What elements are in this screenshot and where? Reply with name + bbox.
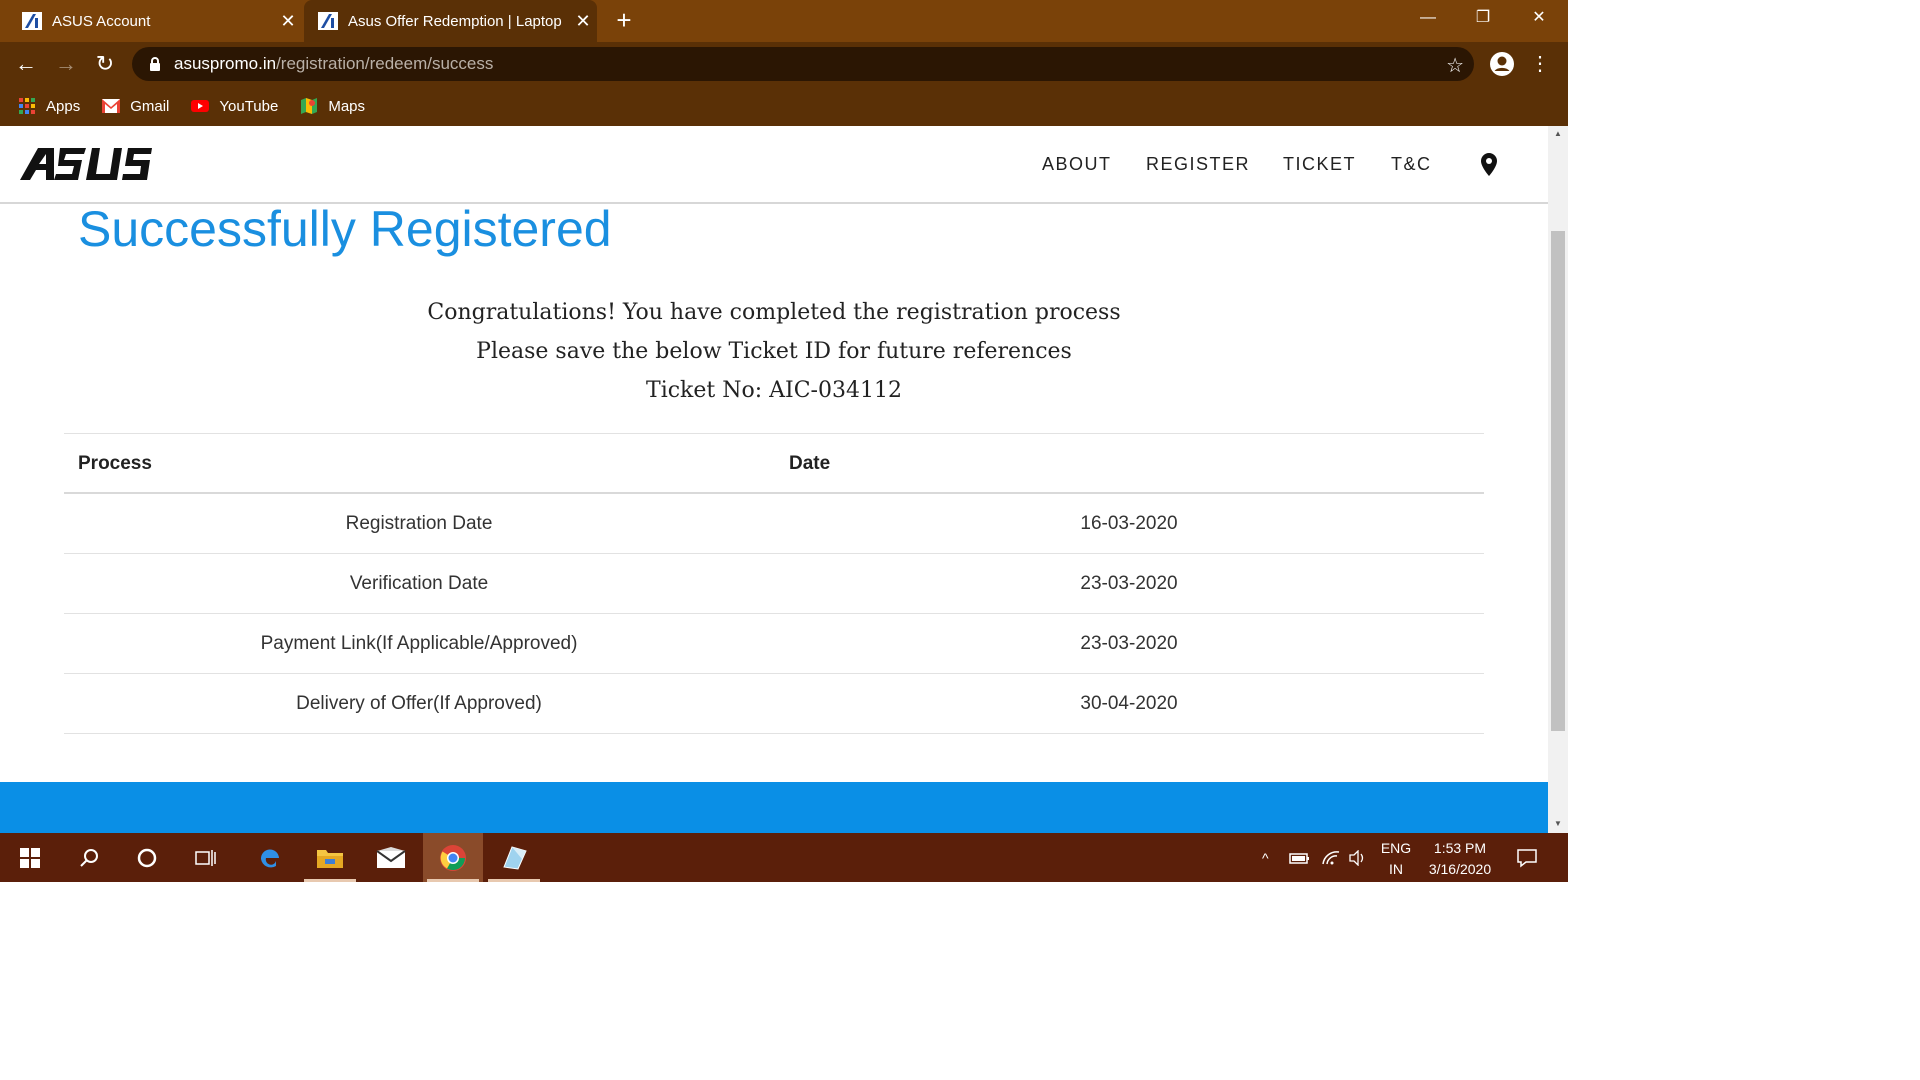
maps-icon bbox=[300, 97, 318, 115]
page-scrollbar[interactable]: ▲ ▼ bbox=[1548, 126, 1568, 833]
date-cell: 30-04-2020 bbox=[1080, 693, 1178, 714]
location-pin-icon[interactable] bbox=[1478, 152, 1500, 178]
tab-asus-offer-redemption[interactable]: Asus Offer Redemption | Laptop ✕ bbox=[304, 0, 597, 42]
date-cell: 16-03-2020 bbox=[1080, 513, 1178, 534]
nav-about[interactable]: ABOUT bbox=[1042, 154, 1112, 175]
gmail-icon bbox=[102, 97, 121, 115]
youtube-icon bbox=[191, 97, 210, 115]
ticket-number: Ticket No: AIC-034112 bbox=[646, 378, 902, 403]
asus-favicon-icon bbox=[22, 12, 42, 30]
process-table: Process Date Registration Date 16-03-202… bbox=[64, 433, 1484, 734]
process-cell: Verification Date bbox=[349, 573, 489, 594]
file-explorer-icon[interactable] bbox=[300, 833, 360, 882]
chrome-icon[interactable] bbox=[423, 833, 483, 882]
action-center-icon[interactable] bbox=[1516, 833, 1538, 882]
url-path: /registration/redeem/success bbox=[276, 54, 494, 73]
site-header: ABOUT REGISTER TICKET T&C bbox=[0, 126, 1548, 204]
page-content: ABOUT REGISTER TICKET T&C Successfully R… bbox=[0, 126, 1548, 833]
nav-tnc[interactable]: T&C bbox=[1391, 154, 1432, 175]
wifi-icon[interactable] bbox=[1321, 833, 1341, 882]
table-row: Payment Link(If Applicable/Approved) 23-… bbox=[64, 614, 1484, 674]
snipping-tool-icon[interactable] bbox=[484, 833, 544, 882]
running-indicator bbox=[488, 879, 540, 882]
nav-register[interactable]: REGISTER bbox=[1146, 154, 1250, 175]
mail-icon[interactable] bbox=[361, 833, 421, 882]
clock-date: 3/16/2020 bbox=[1428, 861, 1492, 877]
scroll-down-arrow-icon[interactable]: ▼ bbox=[1548, 816, 1568, 832]
new-tab-button[interactable]: + bbox=[610, 6, 638, 34]
language-code: ENG bbox=[1380, 840, 1412, 856]
running-indicator bbox=[427, 879, 479, 882]
search-icon[interactable] bbox=[59, 833, 119, 882]
tab-title: ASUS Account bbox=[52, 12, 151, 30]
bookmark-label: YouTube bbox=[219, 97, 279, 115]
windows-start-icon[interactable] bbox=[0, 833, 60, 882]
system-clock[interactable]: 1:53 PM 3/16/2020 bbox=[1420, 838, 1500, 880]
running-indicator bbox=[304, 879, 356, 882]
close-tab-icon[interactable]: ✕ bbox=[274, 11, 302, 32]
apps-grid-icon bbox=[18, 97, 36, 115]
asus-favicon-icon bbox=[318, 12, 338, 30]
table-row: Delivery of Offer(If Approved) 30-04-202… bbox=[64, 674, 1484, 734]
language-indicator[interactable]: ENG IN bbox=[1378, 838, 1414, 880]
back-arrow-icon[interactable]: ← bbox=[12, 50, 40, 78]
edge-browser-icon[interactable] bbox=[240, 833, 300, 882]
scroll-up-arrow-icon[interactable]: ▲ bbox=[1548, 126, 1568, 142]
task-view-icon[interactable] bbox=[176, 833, 236, 882]
nav-ticket[interactable]: TICKET bbox=[1283, 154, 1356, 175]
reload-icon[interactable]: ↻ bbox=[91, 50, 119, 78]
scrollbar-thumb[interactable] bbox=[1551, 231, 1565, 731]
show-hidden-icons-chevron-icon[interactable]: ^ bbox=[1262, 833, 1269, 882]
windows-taskbar: ^ ENG IN 1:53 PM 3/16/2020 bbox=[0, 833, 1568, 882]
bookmark-star-icon[interactable]: ☆ bbox=[1446, 53, 1464, 78]
process-cell: Registration Date bbox=[345, 513, 493, 534]
url-text: asuspromo.in/registration/redeem/success bbox=[174, 54, 493, 74]
minimize-icon[interactable]: — bbox=[1403, 0, 1453, 36]
browser-toolbar: ← → ↻ asuspromo.in/registration/redeem/s… bbox=[0, 42, 1568, 86]
bookmarks-bar: Apps Gmail YouTube Maps bbox=[0, 86, 1568, 126]
table-row: Registration Date 16-03-2020 bbox=[64, 494, 1484, 554]
clock-time: 1:53 PM bbox=[1433, 840, 1487, 856]
process-cell: Delivery of Offer(If Approved) bbox=[296, 693, 542, 714]
tab-asus-account[interactable]: ASUS Account ✕ bbox=[0, 0, 302, 42]
page-title: Successfully Registered bbox=[78, 201, 612, 257]
column-header-process: Process bbox=[78, 453, 152, 474]
close-window-icon[interactable]: ✕ bbox=[1514, 0, 1564, 36]
profile-avatar-icon[interactable] bbox=[1488, 50, 1516, 78]
column-header-date: Date bbox=[789, 453, 831, 474]
menu-kebab-icon[interactable]: ⋮ bbox=[1530, 50, 1550, 78]
save-ticket-message: Please save the below Ticket ID for futu… bbox=[476, 339, 1072, 364]
table-row: Verification Date 23-03-2020 bbox=[64, 554, 1484, 614]
region-code: IN bbox=[1389, 861, 1403, 877]
date-cell: 23-03-2020 bbox=[1080, 633, 1178, 654]
cortana-icon[interactable] bbox=[117, 833, 177, 882]
site-footer bbox=[0, 782, 1548, 833]
table-header: Process Date bbox=[64, 433, 1484, 494]
process-cell: Payment Link(If Applicable/Approved) bbox=[260, 633, 578, 654]
bookmark-youtube[interactable]: YouTube bbox=[191, 97, 278, 115]
bookmark-apps[interactable]: Apps bbox=[18, 97, 80, 115]
volume-icon[interactable] bbox=[1348, 833, 1368, 882]
url-domain: asuspromo.in bbox=[174, 54, 277, 73]
bookmark-label: Maps bbox=[328, 97, 366, 115]
bookmark-maps[interactable]: Maps bbox=[300, 97, 365, 115]
asus-logo[interactable] bbox=[20, 146, 152, 182]
congrats-message: Congratulations! You have completed the … bbox=[427, 300, 1121, 325]
bookmark-label: Gmail bbox=[130, 97, 170, 115]
tab-title: Asus Offer Redemption | Laptop bbox=[348, 12, 562, 30]
date-cell: 23-03-2020 bbox=[1080, 573, 1178, 594]
address-bar[interactable]: asuspromo.in/registration/redeem/success… bbox=[132, 47, 1474, 81]
close-tab-icon[interactable]: ✕ bbox=[569, 11, 597, 32]
bookmark-label: Apps bbox=[46, 97, 81, 115]
restore-icon[interactable]: ❐ bbox=[1458, 0, 1508, 36]
battery-icon[interactable] bbox=[1289, 833, 1311, 882]
bookmark-gmail[interactable]: Gmail bbox=[102, 97, 169, 115]
forward-arrow-icon[interactable]: → bbox=[52, 50, 80, 78]
lock-icon bbox=[148, 56, 162, 72]
browser-titlebar: ASUS Account ✕ Asus Offer Redemption | L… bbox=[0, 0, 1568, 42]
